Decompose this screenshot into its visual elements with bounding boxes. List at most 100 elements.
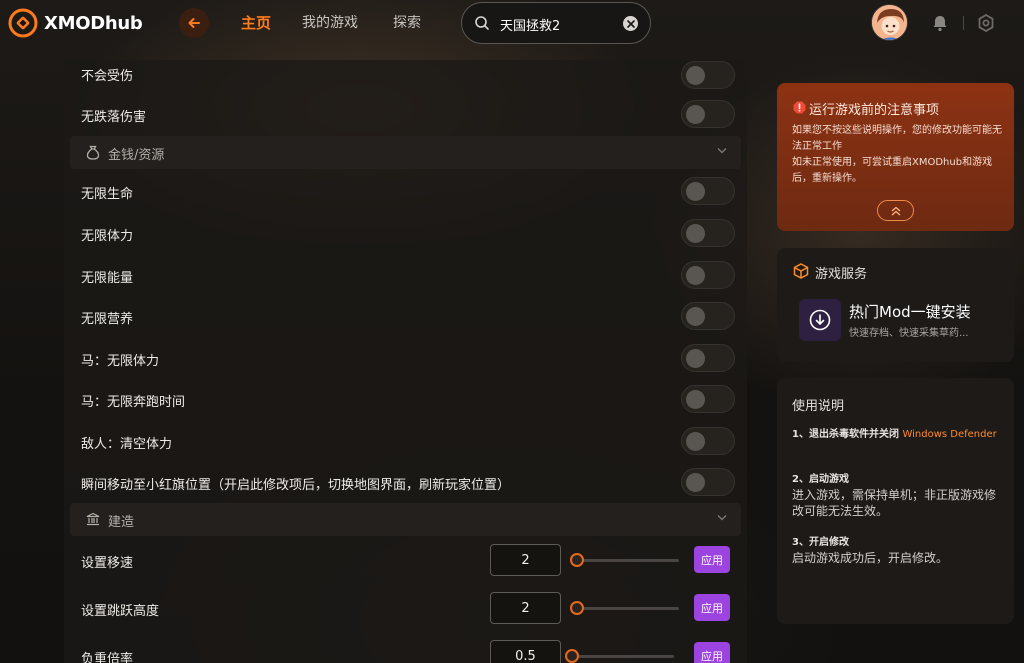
building-icon: [86, 512, 100, 526]
instruction-step-3: 3、开启修改: [792, 537, 849, 548]
top-bar: XMODhub 主页 我的游戏 探索 天国拯救2: [0, 0, 1024, 46]
warning-icon: [793, 101, 806, 114]
option-toggle[interactable]: [681, 61, 735, 89]
section-title: 建造: [108, 515, 135, 530]
section-header-build[interactable]: 建造: [70, 503, 741, 536]
option-label: 敌人：清空体力: [81, 437, 173, 452]
option-label: 设置移速: [81, 556, 134, 571]
step-accent-text: Windows Defender: [902, 429, 997, 440]
option-row: 无跌落伤害: [81, 100, 735, 130]
service-title: 游戏服务: [815, 267, 868, 282]
money-bag-icon: [86, 145, 100, 160]
apply-button[interactable]: 应用: [694, 546, 730, 573]
option-toggle[interactable]: [681, 468, 735, 496]
option-label: 无限生命: [81, 187, 134, 202]
option-label: 马：无限奔跑时间: [81, 395, 186, 410]
close-icon: [626, 19, 635, 28]
option-row: 无限能量: [81, 261, 735, 291]
download-circle-icon: [809, 309, 831, 331]
slider-handle[interactable]: [570, 553, 584, 567]
back-button[interactable]: [179, 8, 209, 38]
option-toggle[interactable]: [681, 261, 735, 289]
chevron-down-icon: [717, 148, 727, 154]
numeric-option-row: 负重倍率 0.5 应用: [81, 640, 734, 663]
value-input[interactable]: 2: [490, 544, 561, 576]
option-label: 无跌落伤害: [81, 110, 147, 125]
slider-handle[interactable]: [565, 649, 579, 663]
instructions-card: 使用说明 1、退出杀毒软件并关闭 Windows Defender 2、启动游戏…: [777, 378, 1014, 624]
option-toggle[interactable]: [681, 302, 735, 330]
option-toggle[interactable]: [681, 219, 735, 247]
search-input[interactable]: 天国拯救2: [461, 2, 651, 44]
option-toggle[interactable]: [681, 177, 735, 205]
nav-explore[interactable]: 探索: [393, 12, 421, 32]
avatar-image: [872, 5, 907, 40]
logo-text: XMODhub: [44, 12, 143, 34]
value-input[interactable]: 0.5: [490, 640, 561, 663]
instruction-desc-3: 启动游戏成功后，开启修改。: [792, 551, 949, 565]
notice-body: 如果您不按这些说明操作，您的修改功能可能无法正常工作 如未正常使用，可尝试重启X…: [792, 123, 1004, 187]
game-service-card: 游戏服务 热门Mod一键安装 快速存档、快速采集草药...: [777, 248, 1014, 362]
notice-line: 如果您不按这些说明操作，您的修改功能可能无法正常工作: [792, 125, 1002, 152]
instruction-desc-2: 进入游戏，需保持单机；非正版游戏修改可能无法生效。: [792, 488, 997, 518]
mod-install-title[interactable]: 热门Mod一键安装: [849, 301, 971, 322]
option-row: 无限体力: [81, 219, 735, 249]
search-value[interactable]: 天国拯救2: [500, 15, 560, 34]
option-row: 无限营养: [81, 302, 735, 332]
nav-home[interactable]: 主页: [241, 12, 271, 33]
option-row: 无限生命: [81, 177, 735, 207]
app-logo[interactable]: XMODhub: [8, 8, 143, 38]
notice-card: 运行游戏前的注意事项 如果您不按这些说明操作，您的修改功能可能无法正常工作 如未…: [777, 83, 1014, 231]
nav-my-games[interactable]: 我的游戏: [302, 12, 358, 32]
option-row: 瞬间移动至小红旗位置（开启此修改项后，切换地图界面，刷新玩家位置）: [81, 468, 735, 498]
notice-line: 如未正常使用，可尝试重启XMODhub和游戏后，重新操作。: [792, 157, 993, 184]
option-label: 瞬间移动至小红旗位置（开启此修改项后，切换地图界面，刷新玩家位置）: [81, 478, 511, 493]
apply-button[interactable]: 应用: [694, 642, 730, 663]
user-avatar[interactable]: [871, 4, 908, 41]
clear-search-button[interactable]: [623, 16, 638, 31]
option-row: 敌人：清空体力: [81, 427, 735, 457]
step-text: 1、退出杀毒软件并关闭: [792, 429, 899, 440]
notification-bell-icon[interactable]: [932, 14, 948, 32]
chevron-down-icon: [717, 515, 727, 521]
numeric-option-row: 设置跳跃高度 2 应用: [81, 592, 734, 626]
slider-track[interactable]: [574, 559, 679, 562]
option-row: 马：无限奔跑时间: [81, 385, 735, 415]
option-label: 负重倍率: [81, 652, 134, 663]
collapse-button[interactable]: [877, 200, 914, 221]
instruction-step-2: 2、启动游戏: [792, 474, 849, 485]
settings-gear-icon[interactable]: [977, 14, 995, 32]
mod-install-subtitle: 快速存档、快速采集草药...: [849, 328, 969, 339]
slider-track[interactable]: [574, 607, 679, 610]
slider-handle[interactable]: [570, 601, 584, 615]
search-icon: [475, 16, 489, 30]
option-label: 不会受伤: [81, 69, 134, 84]
section-title: 金钱/资源: [108, 148, 165, 163]
arrow-left-icon: [188, 18, 200, 28]
instruction-step-1: 1、退出杀毒软件并关闭 Windows Defender: [792, 428, 1004, 442]
notice-title: 运行游戏前的注意事项: [809, 103, 940, 118]
mod-install-icon-tile[interactable]: [799, 299, 841, 341]
section-header-money[interactable]: 金钱/资源: [70, 136, 741, 169]
package-icon: [793, 263, 809, 279]
option-label: 无限营养: [81, 312, 134, 327]
option-row: 马：无限体力: [81, 344, 735, 374]
apply-button[interactable]: 应用: [694, 594, 730, 621]
slider-track[interactable]: [569, 655, 674, 658]
value-input[interactable]: 2: [490, 592, 561, 624]
option-label: 无限能量: [81, 271, 134, 286]
chevron-double-up-icon: [891, 206, 900, 216]
option-label: 马：无限体力: [81, 354, 160, 369]
option-label: 无限体力: [81, 229, 134, 244]
instructions-title: 使用说明: [792, 399, 845, 414]
numeric-option-row: 设置移速 2 应用: [81, 544, 734, 578]
mod-options-panel: 不会受伤 无跌落伤害 金钱/资源 无限生命 无限体力 无限能量 无限营养 马：无…: [64, 60, 747, 663]
option-toggle[interactable]: [681, 427, 735, 455]
option-row: 不会受伤: [81, 61, 735, 91]
topbar-divider: [963, 16, 964, 30]
xmodhub-logo-icon: [8, 8, 38, 38]
option-toggle[interactable]: [681, 100, 735, 128]
option-label: 设置跳跃高度: [81, 604, 160, 619]
option-toggle[interactable]: [681, 385, 735, 413]
option-toggle[interactable]: [681, 344, 735, 372]
